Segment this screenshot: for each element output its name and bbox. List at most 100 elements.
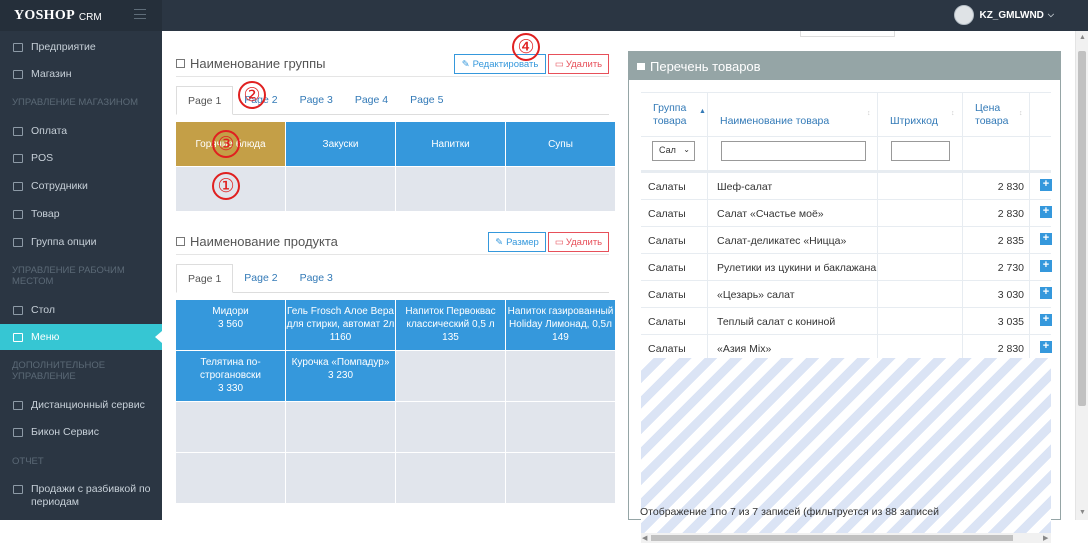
product-cell[interactable]: Гель Frosch Алое Вера для стирки, автома… xyxy=(286,300,395,350)
group-cell-drinks[interactable]: Напитки xyxy=(396,122,505,166)
product-cell[interactable]: Мидори 3 560 xyxy=(176,300,285,350)
group-filter-select[interactable]: Сал ⌄ xyxy=(652,141,695,161)
row-group: Салаты xyxy=(648,289,686,301)
sidebar-item-product[interactable]: Товар xyxy=(0,204,162,224)
tab-group-page-5[interactable]: Page 5 xyxy=(399,86,454,114)
sidebar-item-pos[interactable]: POS xyxy=(0,148,162,168)
table-row[interactable]: Салаты Теплый салат с кониной 3 035 + xyxy=(641,307,1052,334)
sidebar-heading: УПРАВЛЕНИЕ МАГАЗИНОМ xyxy=(12,97,139,108)
annotation-marker-3: ③ xyxy=(212,130,240,158)
delete-group-label: Удалить xyxy=(565,58,603,70)
sidebar-item-label: Товар xyxy=(31,208,60,220)
product-cell-empty[interactable] xyxy=(176,453,285,503)
name-filter-input[interactable] xyxy=(721,141,866,161)
tab-group-page-3[interactable]: Page 3 xyxy=(289,86,344,114)
add-icon[interactable]: + xyxy=(1040,287,1052,299)
product-cell-empty[interactable] xyxy=(286,453,395,503)
add-icon[interactable]: + xyxy=(1040,314,1052,326)
size-button[interactable]: ✎ Размер xyxy=(488,232,546,252)
divider xyxy=(641,136,1051,137)
sort-icon[interactable]: ↕ xyxy=(1019,110,1023,117)
page-scrollbar[interactable]: ▲ ▼ xyxy=(1075,31,1088,520)
product-cell-empty[interactable] xyxy=(506,402,615,452)
product-cell-empty[interactable] xyxy=(176,402,285,452)
scroll-right-icon[interactable]: ▶ xyxy=(1043,534,1048,542)
sidebar-item-beacon-service[interactable]: Бикон Сервис xyxy=(0,422,162,442)
avatar xyxy=(954,5,975,25)
sidebar-item-enterprise[interactable]: Предприятие xyxy=(0,37,162,57)
sidebar-item-staff[interactable]: Сотрудники xyxy=(0,176,162,196)
tab-product-page-2[interactable]: Page 2 xyxy=(233,264,288,292)
product-cell[interactable]: Напиток газированный Holiday Лимонад, 0,… xyxy=(506,300,615,350)
sidebar-item-table[interactable]: Стол xyxy=(0,300,162,320)
product-cell-empty[interactable] xyxy=(506,351,615,401)
group-cell-empty[interactable] xyxy=(506,167,615,211)
product-cell-empty[interactable] xyxy=(506,453,615,503)
tab-group-page-1[interactable]: Page 1 xyxy=(176,86,234,115)
row-price: 3 035 xyxy=(997,316,1024,328)
table-row[interactable]: Салаты Рулетики из цукини и баклажана 2 73… xyxy=(641,253,1052,280)
barcode-filter-input[interactable] xyxy=(891,141,950,161)
product-cell[interactable]: Телятина по-строгановски 3 330 xyxy=(176,351,285,401)
book-icon xyxy=(13,332,23,342)
column-header-group[interactable]: Группа товара xyxy=(653,102,699,128)
add-icon[interactable]: + xyxy=(1040,233,1052,245)
delete-product-label: Удалить xyxy=(565,236,603,248)
group-cell-soups[interactable]: Супы xyxy=(506,122,615,166)
scroll-left-icon[interactable]: ◀ xyxy=(642,534,647,542)
sort-icon[interactable]: ↕ xyxy=(867,110,871,117)
user-menu[interactable]: KZ_GMLWND ⌵ xyxy=(954,5,1054,25)
table-row[interactable]: Салаты «Азия Mix» 2 830 + xyxy=(641,334,1052,361)
delete-product-button[interactable]: ▭ Удалить xyxy=(548,232,609,252)
row-group: Салаты xyxy=(648,208,686,220)
column-header-name[interactable]: Наименование товара xyxy=(720,115,829,128)
sidebar-item-label: Оплата xyxy=(31,125,68,137)
product-cell-empty[interactable] xyxy=(396,402,505,452)
group-cell-snacks[interactable]: Закуски xyxy=(286,122,395,166)
product-cell[interactable]: Напиток Первоквас классический 0,5 л 135 xyxy=(396,300,505,350)
scroll-up-icon[interactable]: ▲ xyxy=(1079,34,1086,41)
product-cell-empty[interactable] xyxy=(396,453,505,503)
add-icon[interactable]: + xyxy=(1040,179,1052,191)
product-name: Мидори xyxy=(212,306,249,317)
product-cell-empty[interactable] xyxy=(396,351,505,401)
scroll-thumb[interactable] xyxy=(651,535,1013,541)
tab-group-page-4[interactable]: Page 4 xyxy=(344,86,399,114)
column-header-price[interactable]: Цена товара xyxy=(975,102,1015,128)
top-bar: KZ_GMLWND ⌵ xyxy=(162,0,1088,31)
product-cell[interactable]: Курочка «Помпадур» 3 230 xyxy=(286,351,395,401)
sidebar-item-menu[interactable]: Меню xyxy=(0,324,162,350)
scroll-thumb[interactable] xyxy=(1078,51,1086,406)
group-cell-empty[interactable] xyxy=(286,167,395,211)
group-cell-empty[interactable] xyxy=(396,167,505,211)
sort-asc-icon[interactable]: ▲ xyxy=(699,108,706,115)
row-name: Теплый салат с кониной xyxy=(717,316,836,328)
horizontal-scrollbar[interactable]: ◀ ▶ xyxy=(641,533,1051,543)
book-icon xyxy=(176,237,185,246)
table-row[interactable]: Салаты Салат «Счастье моё» 2 830 + xyxy=(641,199,1052,226)
tab-product-page-1[interactable]: Page 1 xyxy=(176,264,234,293)
sidebar-item-store[interactable]: Магазин xyxy=(0,64,162,84)
products-title: Наименование продукта xyxy=(176,234,338,249)
delete-group-button[interactable]: ▭ Удалить xyxy=(548,54,609,74)
table-row[interactable]: Салаты Салат-деликатес «Ницца» 2 835 + xyxy=(641,226,1052,253)
scroll-down-icon[interactable]: ▼ xyxy=(1079,509,1086,516)
add-icon[interactable]: + xyxy=(1040,260,1052,272)
table-row[interactable]: Салаты Шеф-салат 2 830 + xyxy=(641,172,1052,199)
column-header-barcode[interactable]: Штрихкод xyxy=(890,115,938,128)
sidebar-item-option-group[interactable]: Группа опции xyxy=(0,232,162,252)
menu-toggle-icon[interactable] xyxy=(134,9,146,19)
sort-icon[interactable]: ↕ xyxy=(951,110,955,117)
logo[interactable]: YOSHOP CRM xyxy=(0,0,162,31)
sidebar-item-sales-by-period[interactable]: Продажи с разбивкой по периодам xyxy=(0,483,162,513)
add-icon[interactable]: + xyxy=(1040,206,1052,218)
sidebar-item-remote-service[interactable]: Дистанционный сервис xyxy=(0,395,162,415)
add-icon[interactable]: + xyxy=(1040,341,1052,353)
sidebar-heading: УПРАВЛЕНИЕ РАБОЧИМ МЕСТОМ xyxy=(12,265,125,287)
product-cell-empty[interactable] xyxy=(286,402,395,452)
tab-product-page-3[interactable]: Page 3 xyxy=(289,264,344,292)
table-row[interactable]: Салаты «Цезарь» салат 3 030 + xyxy=(641,280,1052,307)
row-price: 2 835 xyxy=(997,235,1024,247)
product-name: Телятина по-строгановски xyxy=(200,357,261,381)
sidebar-item-payment[interactable]: Оплата xyxy=(0,121,162,141)
